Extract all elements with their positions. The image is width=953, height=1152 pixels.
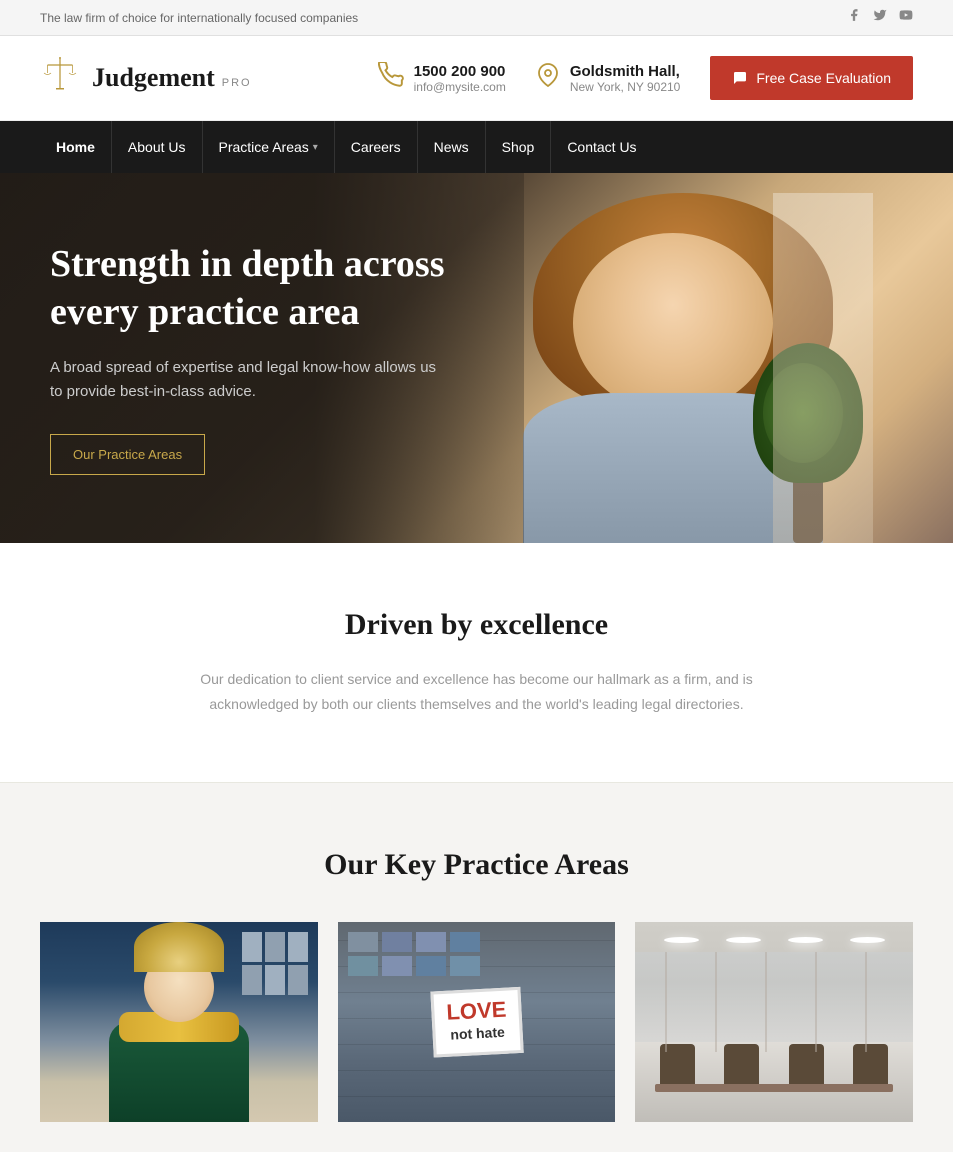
practice-card-2[interactable]: LOVE not hate bbox=[338, 922, 616, 1122]
address-contact: Goldsmith Hall, New York, NY 90210 bbox=[536, 63, 681, 94]
phone-icon bbox=[378, 62, 404, 94]
hero-section: Strength in depth across every practice … bbox=[0, 173, 953, 543]
love-sign-line1: LOVE bbox=[445, 999, 506, 1024]
logo-name: Judgement bbox=[92, 63, 215, 92]
hero-button-label: Our Practice Areas bbox=[73, 447, 182, 462]
free-case-evaluation-button[interactable]: Free Case Evaluation bbox=[710, 56, 913, 100]
hero-title: Strength in depth across every practice … bbox=[50, 241, 474, 336]
main-nav: Home About Us Practice Areas ▾ Careers N… bbox=[0, 121, 953, 173]
practice-areas-button[interactable]: Our Practice Areas bbox=[50, 434, 205, 475]
phone-email: info@mysite.com bbox=[414, 80, 506, 94]
logo-suffix: PRO bbox=[222, 77, 252, 89]
address-details: Goldsmith Hall, New York, NY 90210 bbox=[570, 63, 681, 94]
dropdown-arrow-icon: ▾ bbox=[313, 142, 318, 153]
practice-card-3[interactable] bbox=[635, 922, 913, 1122]
location-icon bbox=[536, 63, 560, 93]
address-line2: New York, NY 90210 bbox=[570, 80, 681, 94]
top-bar-tagline: The law firm of choice for international… bbox=[40, 11, 358, 25]
social-icons bbox=[847, 8, 913, 27]
hero-image bbox=[493, 193, 873, 543]
nav-item-about[interactable]: About Us bbox=[112, 121, 203, 173]
practice-card-1[interactable] bbox=[40, 922, 318, 1122]
cta-label: Free Case Evaluation bbox=[756, 70, 891, 86]
phone-contact: 1500 200 900 info@mysite.com bbox=[378, 62, 506, 94]
logo[interactable]: Judgement PRO bbox=[40, 54, 252, 102]
hero-overlay: Strength in depth across every practice … bbox=[0, 173, 524, 543]
facebook-icon[interactable] bbox=[847, 8, 861, 27]
practice-section-title: Our Key Practice Areas bbox=[40, 848, 913, 882]
scales-icon bbox=[40, 54, 80, 102]
header-contact: 1500 200 900 info@mysite.com Goldsmith H… bbox=[378, 56, 913, 100]
nav-item-contact[interactable]: Contact Us bbox=[551, 121, 652, 173]
youtube-icon[interactable] bbox=[899, 8, 913, 27]
excellence-section: Driven by excellence Our dedication to c… bbox=[0, 543, 953, 782]
phone-details: 1500 200 900 info@mysite.com bbox=[414, 63, 506, 94]
love-sign-line2: not hate bbox=[447, 1023, 508, 1046]
nav-item-shop[interactable]: Shop bbox=[486, 121, 552, 173]
twitter-icon[interactable] bbox=[873, 8, 887, 27]
nav-item-news[interactable]: News bbox=[418, 121, 486, 173]
hero-content: Strength in depth across every practice … bbox=[0, 201, 524, 515]
phone-number: 1500 200 900 bbox=[414, 63, 506, 80]
practice-cards: LOVE not hate bbox=[40, 922, 913, 1122]
header: Judgement PRO 1500 200 900 info@mysite.c… bbox=[0, 36, 953, 121]
hero-subtitle: A broad spread of expertise and legal kn… bbox=[50, 356, 450, 404]
practice-section: Our Key Practice Areas bbox=[0, 783, 953, 1152]
nav-item-home[interactable]: Home bbox=[40, 121, 112, 173]
nav-item-careers[interactable]: Careers bbox=[335, 121, 418, 173]
excellence-text: Our dedication to client service and exc… bbox=[197, 667, 757, 717]
logo-text-group: Judgement PRO bbox=[92, 63, 252, 93]
address-line1: Goldsmith Hall, bbox=[570, 63, 681, 80]
excellence-title: Driven by excellence bbox=[40, 608, 913, 642]
top-bar: The law firm of choice for international… bbox=[0, 0, 953, 36]
nav-item-practice-areas[interactable]: Practice Areas ▾ bbox=[203, 121, 335, 173]
